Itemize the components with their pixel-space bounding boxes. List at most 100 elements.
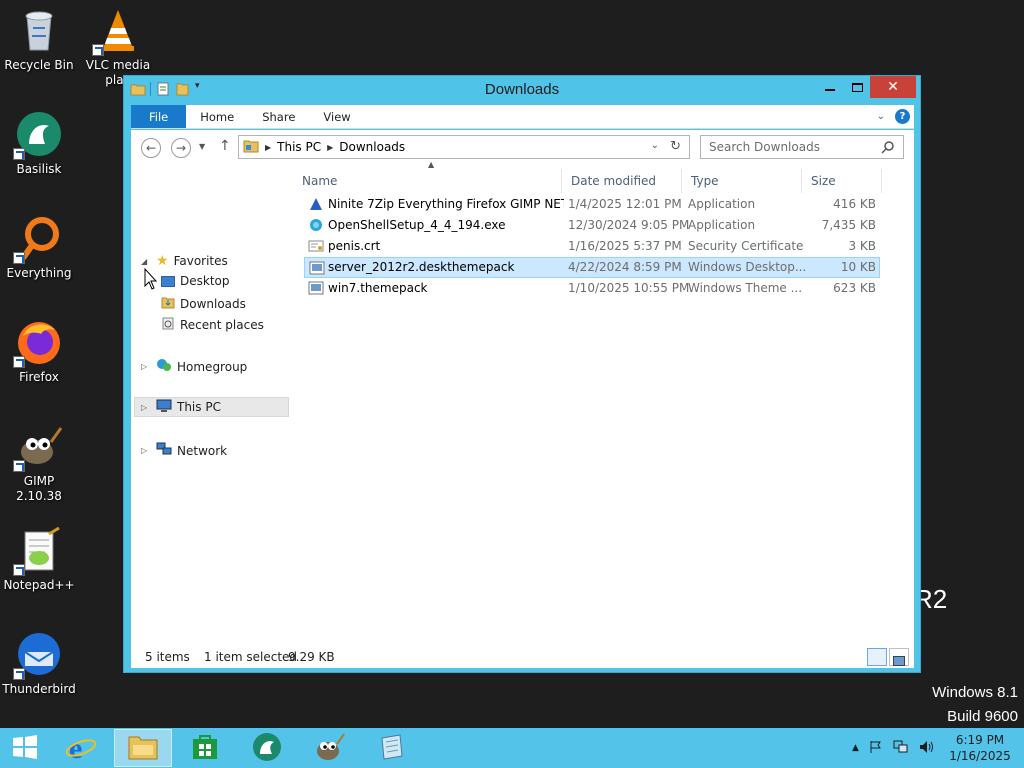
tab-file[interactable]: File <box>131 105 187 128</box>
recent-locations-icon[interactable]: ▼ <box>199 142 205 151</box>
tab-view[interactable]: View <box>309 105 364 128</box>
nav-label: Network <box>177 443 228 458</box>
file-row-selected[interactable]: server_2012r2.deskthemepack 4/22/2024 8:… <box>304 257 880 278</box>
details-view-button[interactable] <box>867 648 887 666</box>
desktop-icon-notepadpp[interactable]: Notepad++ <box>0 526 78 593</box>
notepadpp-icon <box>13 526 63 576</box>
navigation-bar: ← → ▼ ↑ ▶ This PC ▶ Downloads ⌄ ↻ Search… <box>131 130 914 166</box>
recent-places-icon <box>161 316 175 333</box>
nav-recent-places[interactable]: Recent places <box>161 316 264 333</box>
nav-homegroup[interactable]: ▷ Homegroup <box>141 358 247 375</box>
shortcut-arrow-icon <box>92 44 104 56</box>
desktop-icon-thunderbird[interactable]: Thunderbird <box>0 630 78 697</box>
nav-desktop[interactable]: Desktop <box>161 274 230 288</box>
watermark-build: Build 9600 <box>947 708 1018 725</box>
openshell-icon <box>308 217 324 233</box>
shortcut-arrow-icon <box>13 460 25 472</box>
tab-share[interactable]: Share <box>248 105 309 128</box>
nav-label: Desktop <box>180 274 230 288</box>
file-row[interactable]: OpenShellSetup_4_4_194.exe 12/30/2024 9:… <box>304 215 880 236</box>
nav-label: Favorites <box>173 254 228 268</box>
refresh-icon[interactable]: ↻ <box>670 139 681 154</box>
desktop-icon-recycle-bin[interactable]: Recycle Bin <box>0 6 78 73</box>
file-row[interactable]: Ninite 7Zip Everything Firefox GIMP NET … <box>304 194 880 215</box>
address-history-icon[interactable]: ⌄ <box>651 140 659 151</box>
desktop-icon-basilisk[interactable]: Basilisk <box>0 110 78 177</box>
title-bar[interactable]: ▾ Downloads ✕ <box>124 76 920 105</box>
search-icon[interactable] <box>881 140 895 157</box>
address-bar[interactable]: ▶ This PC ▶ Downloads ⌄ ↻ <box>238 135 690 159</box>
column-header-name[interactable]: Name <box>294 169 562 193</box>
themepack-icon <box>308 280 324 296</box>
file-date: 1/10/2025 10:55 PM <box>568 281 690 295</box>
forward-button[interactable]: → <box>171 138 191 158</box>
window-title: Downloads <box>484 81 560 98</box>
nav-this-pc[interactable]: ▷ This PC <box>134 397 289 417</box>
help-icon[interactable]: ? <box>895 109 910 124</box>
shortcut-arrow-icon <box>13 252 25 264</box>
action-center-flag-icon[interactable] <box>869 740 883 757</box>
taskbar-gimp[interactable] <box>300 729 358 767</box>
thunderbird-icon <box>13 630 63 680</box>
minimize-button[interactable] <box>816 76 844 98</box>
breadcrumb-downloads[interactable]: Downloads <box>339 140 405 154</box>
watermark-os: Windows 8.1 <box>932 684 1018 701</box>
network-status-icon[interactable] <box>893 740 909 757</box>
expand-ribbon-icon[interactable]: ⌄ <box>877 111 885 122</box>
close-button[interactable]: ✕ <box>870 76 916 98</box>
column-header-size[interactable]: Size <box>803 169 882 193</box>
recycle-bin-icon <box>15 6 63 54</box>
nav-favorites[interactable]: ◢ ★ Favorites <box>141 253 228 269</box>
maximize-button[interactable] <box>844 76 870 98</box>
downloads-folder-icon <box>161 295 175 312</box>
nav-network[interactable]: ▷ Network <box>141 442 227 459</box>
taskbar-basilisk[interactable] <box>238 729 296 767</box>
desktop-icon-firefox[interactable]: Firefox <box>0 318 78 385</box>
breadcrumb-this-pc[interactable]: This PC <box>277 140 321 154</box>
desktop-icon-gimp[interactable]: GIMP 2.10.38 <box>0 422 78 504</box>
explorer-window[interactable]: ▾ Downloads ✕ File Home Share View ⌄ ? ←… <box>123 75 921 673</box>
expand-arrow-icon[interactable]: ▷ <box>141 403 151 412</box>
file-size: 7,435 KB <box>821 218 876 232</box>
expand-arrow-icon[interactable]: ▷ <box>141 446 151 455</box>
file-row[interactable]: win7.themepack 1/10/2025 10:55 PM Window… <box>304 278 880 299</box>
file-row[interactable]: penis.crt 1/16/2025 5:37 PM Security Cer… <box>304 236 880 257</box>
start-button[interactable] <box>0 729 50 767</box>
internet-explorer-icon: e <box>65 732 97 765</box>
ribbon-tabs: File Home Share View ⌄ ? <box>131 105 914 129</box>
network-icon <box>156 442 172 459</box>
taskbar-internet-explorer[interactable]: e <box>52 729 110 767</box>
show-hidden-icons-icon[interactable]: ▲ <box>852 743 859 753</box>
up-arrow-icon[interactable]: ↑ <box>219 138 231 154</box>
system-tray: ▲ <box>852 728 935 768</box>
expand-arrow-icon[interactable]: ▷ <box>141 362 151 371</box>
collapse-arrow-icon[interactable]: ◢ <box>141 257 151 266</box>
nav-label: Homegroup <box>177 359 248 374</box>
basilisk-icon <box>13 110 63 160</box>
vlc-icon <box>92 6 142 56</box>
desktop-icon-label: Everything <box>6 266 72 280</box>
firefox-icon <box>13 318 63 368</box>
taskbar-notepad[interactable] <box>362 729 420 767</box>
column-header-type[interactable]: Type <box>683 169 802 193</box>
desktop-icon-everything[interactable]: Everything <box>0 214 78 281</box>
back-arrow-icon: ← <box>145 141 157 155</box>
desktop-folder-icon <box>161 275 175 287</box>
nav-downloads[interactable]: Downloads <box>161 295 246 312</box>
back-button[interactable]: ← <box>141 138 161 158</box>
volume-icon[interactable] <box>919 740 935 757</box>
tab-home[interactable]: Home <box>186 105 248 128</box>
taskbar-store[interactable] <box>176 729 234 767</box>
search-box[interactable]: Search Downloads <box>700 135 904 159</box>
nav-label: Recent places <box>180 317 264 332</box>
windows-logo-icon <box>12 734 38 762</box>
taskbar-file-explorer[interactable] <box>114 729 172 767</box>
status-selected-size: 9.29 KB <box>288 650 335 664</box>
store-icon <box>191 733 219 764</box>
gimp-icon <box>313 732 345 765</box>
column-header-date-modified[interactable]: Date modified <box>563 169 682 193</box>
taskbar-clock[interactable]: 6:19 PM 1/16/2025 <box>942 732 1018 764</box>
file-name: OpenShellSetup_4_4_194.exe <box>328 218 506 232</box>
large-icons-view-button[interactable] <box>889 648 909 666</box>
breadcrumb-separator-icon: ▶ <box>265 142 272 152</box>
